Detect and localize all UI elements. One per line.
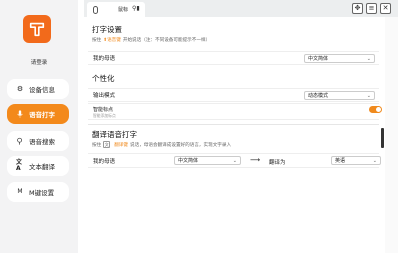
top-bar: 鼠标 ⚲▮ ✥ ≡ ✕ <box>84 0 398 17</box>
sidebar-item-label: 语音打字 <box>29 111 55 119</box>
output-mode-row: 输出模式 动态模式 ⌄ <box>88 88 379 102</box>
sidebar-item-text-translation[interactable]: 文A 文本翻译 <box>7 156 69 176</box>
select-value: 中文简体 <box>178 158 199 164</box>
microphone-icon <box>16 110 24 118</box>
main-panel: 鼠标 ⚲▮ ✥ ≡ ✕ 打字设置 按住 ⬆语音键 开始说话（注：不同设备可能提示… <box>84 0 398 253</box>
hint-key: 翻译键 <box>114 142 128 148</box>
sidebar-item-voice-typing[interactable]: 语音打字 <box>7 104 69 124</box>
hint-key: 语音键 <box>107 38 121 43</box>
sidebar-item-label: 文本翻译 <box>29 163 55 171</box>
menu-icon[interactable]: ≡ <box>366 3 377 14</box>
section-title-personalization: 个性化 <box>92 74 115 83</box>
translate-key-icon: 文 <box>103 141 111 148</box>
translation-language-row: 我的母语 中文简体 ⌄ ⟶ 翻译为 英语 ⌄ <box>88 153 381 168</box>
smart-punctuation-sublabel: 智能添加标点 <box>93 113 116 118</box>
close-icon[interactable]: ✕ <box>380 3 391 14</box>
sidebar-item-label: 语音搜索 <box>29 138 55 146</box>
search-icon <box>16 137 24 145</box>
translate-icon: 文A <box>16 159 23 172</box>
hint-suffix: 开始说话（注：不同设备可能提示不一样） <box>122 38 211 43</box>
sidebar-item-device-info[interactable]: ⚙ 设备信息 <box>7 79 69 99</box>
settings-content: 打字设置 按住 ⬆语音键 开始说话（注：不同设备可能提示不一样） 我的母语 中文… <box>84 17 385 253</box>
sidebar-item-m-key[interactable]: M M键设置 <box>7 182 69 202</box>
m-key-icon: M <box>17 188 23 195</box>
scrollbar-track[interactable] <box>385 17 398 253</box>
output-mode-select[interactable]: 动态模式 ⌄ <box>304 91 375 100</box>
source-language-select[interactable]: 中文简体 ⌄ <box>174 156 241 165</box>
select-value: 中文简体 <box>308 56 329 62</box>
section-title-translation: 翻译语音打字 <box>92 130 137 139</box>
source-language-label: 我的母语 <box>93 158 116 165</box>
arrow-right-icon: ⟶ <box>250 156 261 164</box>
hint-suffix: 说话，母语会翻译成设置好的语言，实现文字录入 <box>130 142 232 148</box>
sidebar-item-voice-search[interactable]: 语音搜索 <box>7 131 69 151</box>
translation-hint: 按住 文 翻译键 说话，母语会翻译成设置好的语言，实现文字录入 <box>92 141 231 148</box>
target-language-label: 翻译为 <box>269 160 286 166</box>
select-value: 英语 <box>335 158 346 164</box>
chevron-down-icon: ⌄ <box>372 158 377 164</box>
mouse-icon <box>93 5 98 14</box>
hint-prefix: 按住 <box>92 142 102 148</box>
typing-hint: 按住 ⬆语音键 开始说话（注：不同设备可能提示不一样） <box>92 37 210 43</box>
tab-label: 鼠标 <box>118 7 129 13</box>
t-logo-icon <box>29 22 45 37</box>
login-link[interactable]: 请登录 <box>0 58 78 66</box>
native-language-label: 我的母语 <box>93 56 116 62</box>
native-language-row: 我的母语 中文简体 ⌄ <box>88 51 379 65</box>
settings-icon: ⚙ <box>16 84 24 93</box>
target-language-select[interactable]: 英语 ⌄ <box>331 156 381 165</box>
select-value: 动态模式 <box>308 93 329 99</box>
section-divider <box>88 124 379 125</box>
chevron-down-icon: ⌄ <box>232 158 237 164</box>
section-title-typing: 打字设置 <box>92 25 122 34</box>
usb-mic-icon[interactable]: ⚲▮ <box>132 5 140 12</box>
sidebar-item-label: M键设置 <box>29 189 55 197</box>
output-mode-label: 输出模式 <box>93 93 116 99</box>
hint-prefix: 按住 <box>92 38 102 43</box>
app-logo <box>23 15 51 43</box>
scrollbar-thumb[interactable] <box>381 128 384 148</box>
smart-punctuation-row: 智能标点 智能添加标点 <box>88 103 379 120</box>
native-language-select[interactable]: 中文简体 ⌄ <box>304 54 375 63</box>
smart-punctuation-label: 智能标点 <box>93 107 114 113</box>
sidebar-item-label: 设备信息 <box>29 86 55 94</box>
smart-punctuation-toggle[interactable] <box>369 106 382 113</box>
sidebar: 请登录 ⚙ 设备信息 语音打字 语音搜索 文A 文本翻译 M M键设置 <box>0 0 78 253</box>
chevron-down-icon: ⌄ <box>366 56 371 62</box>
expand-icon[interactable]: ✥ <box>352 3 363 14</box>
voice-key-label: ⬆语音键 <box>103 38 121 43</box>
chevron-down-icon: ⌄ <box>366 93 371 99</box>
